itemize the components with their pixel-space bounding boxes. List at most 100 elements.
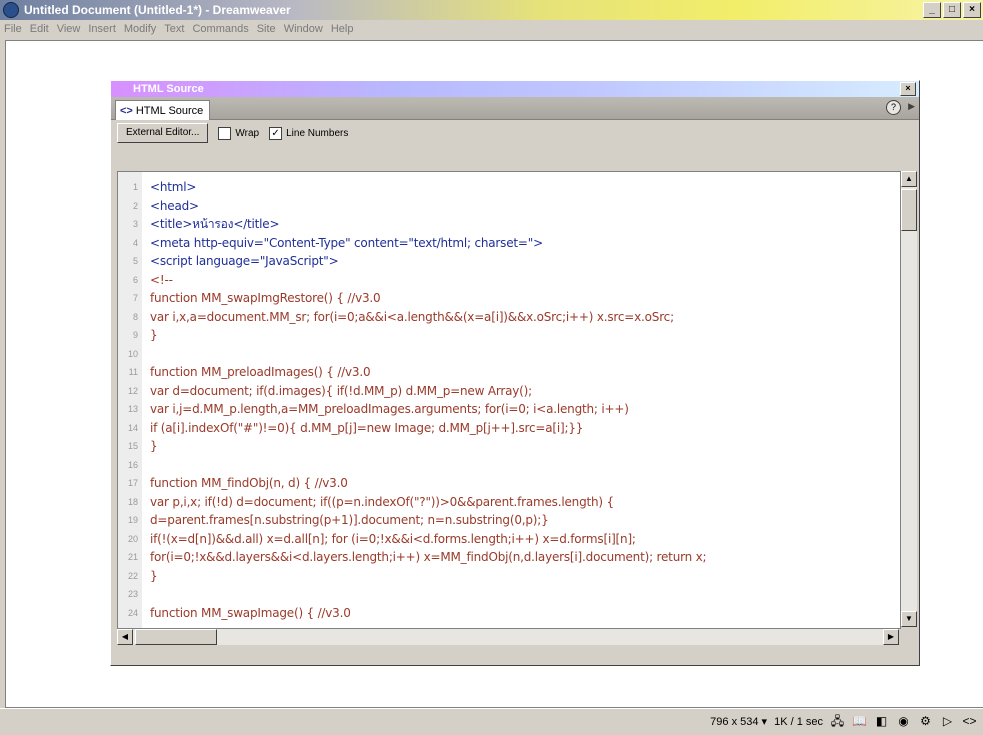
download-time: 1K / 1 sec bbox=[774, 715, 823, 728]
code-line: 5 <script language="JavaScript"> bbox=[118, 252, 900, 271]
menu-edit[interactable]: Edit bbox=[26, 23, 53, 35]
code-text: d=parent.frames[n.substring(p+1)].docume… bbox=[150, 513, 549, 528]
window-titlebar: Untitled Document (Untitled-1*) - Dreamw… bbox=[0, 0, 983, 20]
code-text: function MM_swapImage() { //v3.0 bbox=[150, 605, 351, 620]
code-line: 13 var i,j=d.MM_p.length,a=MM_preloadIma… bbox=[118, 400, 900, 419]
code-line: 17 function MM_findObj(n, d) { //v3.0 bbox=[118, 474, 900, 493]
code-line: 20 if(!(x=d[n])&&d.all) x=d.all[n]; for … bbox=[118, 530, 900, 549]
line-number: 8 bbox=[132, 311, 138, 322]
code-text: function MM_swapImgRestore() { //v3.0 bbox=[150, 291, 381, 306]
menu-help[interactable]: Help bbox=[327, 23, 358, 35]
code-text: var i,x,a=document.MM_sr; for(i=0;a&&i<a… bbox=[150, 309, 674, 324]
menu-modify[interactable]: Modify bbox=[120, 23, 160, 35]
scroll-up-icon[interactable]: ▲ bbox=[901, 171, 917, 187]
panel-close-button[interactable]: × bbox=[900, 82, 916, 96]
wrap-checkbox[interactable] bbox=[218, 126, 232, 140]
scroll-right-icon[interactable]: ▶ bbox=[883, 629, 899, 645]
horizontal-scroll-thumb[interactable] bbox=[135, 629, 217, 645]
line-number: 21 bbox=[127, 552, 138, 563]
line-number: 3 bbox=[132, 219, 138, 230]
panel-tab-row: <> HTML Source ? ▶ bbox=[111, 97, 919, 120]
line-number: 18 bbox=[127, 496, 138, 507]
status-bar: 796 x 534 ▾ 1K / 1 sec 🖧 📖 ◧ ◉ ⚙ ▷ <> bbox=[0, 708, 983, 735]
line-number: 20 bbox=[127, 533, 138, 544]
timelines-icon[interactable]: ▷ bbox=[940, 714, 955, 729]
css-styles-icon[interactable]: ◉ bbox=[896, 714, 911, 729]
code-text: <head> bbox=[150, 198, 199, 213]
menu-site[interactable]: Site bbox=[253, 23, 280, 35]
menu-bar: File Edit View Insert Modify Text Comman… bbox=[0, 20, 983, 37]
line-number: 15 bbox=[127, 441, 138, 452]
menu-commands[interactable]: Commands bbox=[188, 23, 252, 35]
tab-html-source[interactable]: <> HTML Source bbox=[115, 100, 211, 120]
scroll-left-icon[interactable]: ◀ bbox=[117, 629, 133, 645]
panel-options-icon[interactable]: ▶ bbox=[908, 101, 915, 112]
panel-titlebar[interactable]: HTML Source × bbox=[111, 81, 919, 97]
line-number: 19 bbox=[127, 515, 138, 526]
code-text: for(i=0;!x&&d.layers&&i<d.layers.length;… bbox=[150, 550, 707, 565]
code-line: 3 <title>หน้ารอง</title> bbox=[118, 215, 900, 234]
source-toolbar: External Editor... Wrap ✓ Line Numbers bbox=[111, 120, 919, 146]
code-text: if (a[i].indexOf("#")!=0){ d.MM_p[j]=new… bbox=[150, 420, 584, 435]
menu-text[interactable]: Text bbox=[160, 23, 188, 35]
code-line: 16 bbox=[118, 456, 900, 475]
line-number: 2 bbox=[132, 200, 138, 211]
code-line: 19 d=parent.frames[n.substring(p+1)].doc… bbox=[118, 511, 900, 530]
line-numbers-checkbox[interactable]: ✓ bbox=[269, 126, 283, 140]
wrap-option[interactable]: Wrap bbox=[218, 126, 259, 140]
line-numbers-option[interactable]: ✓ Line Numbers bbox=[269, 126, 348, 140]
code-line: 6 <!-- bbox=[118, 271, 900, 290]
help-icon[interactable]: ? bbox=[886, 100, 901, 115]
html-source-icon[interactable]: <> bbox=[962, 714, 977, 729]
window-size-dropdown[interactable]: 796 x 534 ▾ bbox=[710, 715, 768, 728]
code-line: 11 function MM_preloadImages() { //v3.0 bbox=[118, 363, 900, 382]
line-number: 22 bbox=[127, 570, 138, 581]
code-line: 22} bbox=[118, 567, 900, 586]
code-text: <title>หน้ารอง</title> bbox=[150, 216, 280, 231]
line-number: 4 bbox=[132, 237, 138, 248]
code-line: 18 var p,i,x; if(!d) d=document; if((p=n… bbox=[118, 493, 900, 512]
line-number: 10 bbox=[127, 348, 138, 359]
dreamweaver-app-icon bbox=[3, 2, 19, 18]
code-line: 7 function MM_swapImgRestore() { //v3.0 bbox=[118, 289, 900, 308]
scroll-down-icon[interactable]: ▼ bbox=[901, 611, 917, 627]
code-line: 10 bbox=[118, 345, 900, 364]
vertical-scrollbar[interactable]: ▲ ▼ bbox=[901, 171, 917, 627]
line-number: 6 bbox=[132, 274, 138, 285]
code-text: if(!(x=d[n])&&d.all) x=d.all[n]; for (i=… bbox=[150, 531, 636, 546]
html-styles-icon[interactable]: ◧ bbox=[874, 714, 889, 729]
line-number: 16 bbox=[127, 459, 138, 470]
line-number: 23 bbox=[127, 589, 138, 600]
menu-file[interactable]: File bbox=[0, 23, 26, 35]
code-line: 23 bbox=[118, 585, 900, 604]
code-line: 21 for(i=0;!x&&d.layers&&i<d.layers.leng… bbox=[118, 548, 900, 567]
behaviors-icon[interactable]: ⚙ bbox=[918, 714, 933, 729]
horizontal-scrollbar[interactable]: ◀ ▶ bbox=[117, 629, 899, 645]
library-icon[interactable]: 📖 bbox=[852, 714, 867, 729]
external-editor-button[interactable]: External Editor... bbox=[117, 123, 209, 143]
code-brackets-icon: <> bbox=[120, 104, 133, 117]
code-line: 2 <head> bbox=[118, 197, 900, 216]
code-line: 24 function MM_swapImage() { //v3.0 bbox=[118, 604, 900, 623]
site-icon[interactable]: 🖧 bbox=[830, 714, 845, 729]
code-line: 9} bbox=[118, 326, 900, 345]
code-text: var p,i,x; if(!d) d=document; if((p=n.in… bbox=[150, 494, 614, 509]
line-number: 11 bbox=[128, 367, 138, 378]
code-text: } bbox=[150, 328, 158, 343]
line-number: 17 bbox=[127, 478, 138, 489]
window-controls: _ □ × bbox=[923, 2, 981, 18]
menu-insert[interactable]: Insert bbox=[84, 23, 120, 35]
code-editor[interactable]: 1 <html> 2 <head> 3 <title>หน้ารอง</title> 4 <m… bbox=[117, 171, 901, 629]
window-title: Untitled Document (Untitled-1*) - Dreamw… bbox=[24, 3, 291, 17]
code-line: 14 if (a[i].indexOf("#")!=0){ d.MM_p[j]=… bbox=[118, 419, 900, 438]
close-button[interactable]: × bbox=[963, 2, 981, 18]
maximize-button[interactable]: □ bbox=[943, 2, 961, 18]
menu-view[interactable]: View bbox=[53, 23, 85, 35]
vertical-scroll-thumb[interactable] bbox=[901, 189, 917, 231]
minimize-button[interactable]: _ bbox=[923, 2, 941, 18]
panel-title: HTML Source bbox=[133, 83, 204, 95]
code-text: } bbox=[150, 439, 158, 454]
menu-window[interactable]: Window bbox=[280, 23, 327, 35]
html-source-panel: HTML Source × <> HTML Source ? ▶ Externa… bbox=[110, 80, 920, 666]
code-text: <meta http-equiv="Content-Type" content=… bbox=[150, 235, 543, 250]
